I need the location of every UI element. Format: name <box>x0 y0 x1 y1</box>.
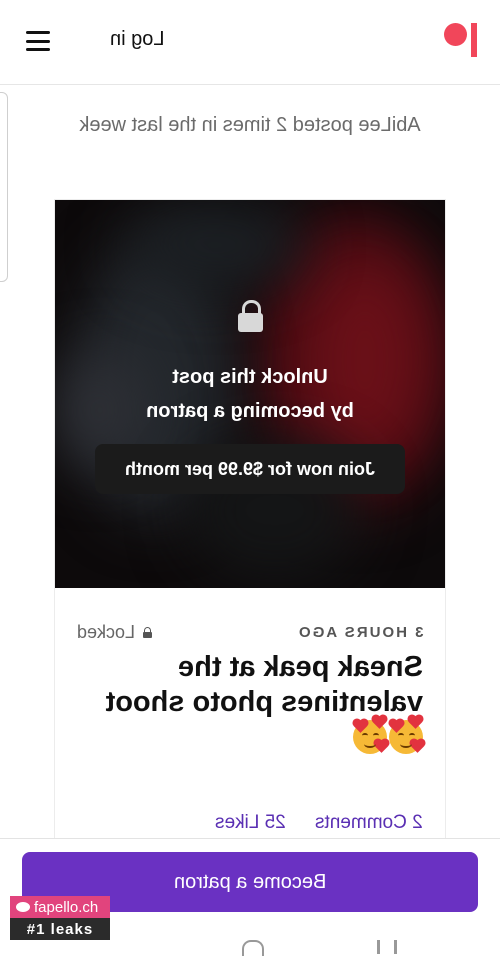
top-bar: Log in <box>0 0 500 85</box>
unlock-line-1: Unlock this post <box>172 366 328 388</box>
unlock-line-2: by becoming a patron <box>146 400 354 422</box>
become-patron-label: Become a patron <box>173 870 327 893</box>
watermark-logo-icon <box>16 902 30 912</box>
login-link[interactable]: Log in <box>110 28 165 51</box>
watermark-site: fapello.ch <box>34 898 99 916</box>
home-nav-icon[interactable] <box>242 940 264 956</box>
locked-badge: Locked <box>77 622 153 643</box>
post-title[interactable]: Sneak peak at the valentines photo shoot <box>77 650 423 720</box>
watermark-tagline: #1 leaks <box>10 918 110 940</box>
lock-icon <box>238 300 263 332</box>
smiling-face-with-hearts-icon <box>353 716 388 754</box>
patreon-logo-icon[interactable] <box>444 23 480 57</box>
activity-summary: AbiLee posted 2 times in the last week <box>79 114 421 136</box>
join-button-label: Join now for $9.99 per month <box>124 458 376 479</box>
title-emoji <box>77 716 424 760</box>
join-button[interactable]: Join now for $9.99 per month <box>95 444 405 494</box>
comments-link[interactable]: 2 Comments <box>315 812 423 834</box>
watermark: fapello.ch #1 leaks <box>10 896 110 942</box>
post-meta: 3 HOURS AGO Locked <box>55 620 445 644</box>
post-time: 3 HOURS AGO <box>296 624 423 641</box>
hamburger-menu-icon[interactable] <box>26 31 50 51</box>
unlock-message: Unlock this post by becoming a patron <box>55 360 445 428</box>
post-card[interactable]: Unlock this post by becoming a patron Jo… <box>55 200 445 860</box>
likes-link[interactable]: 25 Likes <box>215 812 286 834</box>
post-stats: 2 Comments 25 Likes <box>55 810 445 834</box>
locked-label: Locked <box>77 622 136 642</box>
small-lock-icon <box>143 627 153 638</box>
smiling-face-with-hearts-icon <box>389 716 424 754</box>
locked-media-preview[interactable]: Unlock this post by becoming a patron Jo… <box>55 200 445 588</box>
